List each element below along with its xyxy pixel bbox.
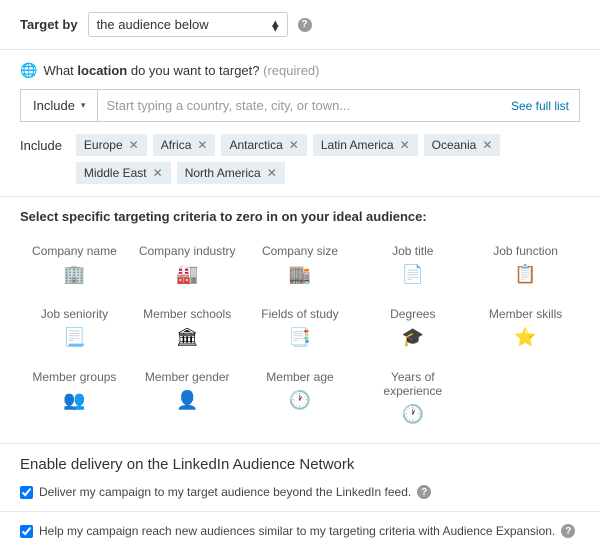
criteria-item[interactable]: Member schools 🏛 [133, 301, 242, 354]
criteria-item[interactable]: Company industry 🏭 [133, 238, 242, 291]
remove-tag-icon[interactable]: ✕ [197, 138, 207, 152]
remove-tag-icon[interactable]: ✕ [482, 138, 492, 152]
criteria-item[interactable]: Job title 📄 [358, 238, 467, 291]
tag-label: Africa [161, 138, 192, 152]
tag-label: North America [185, 166, 261, 180]
criteria-icon: 📑 [289, 327, 311, 347]
location-tag: Africa ✕ [153, 134, 216, 156]
delivery-beyond-checkbox-row[interactable]: Deliver my campaign to my target audienc… [20, 485, 580, 499]
remove-tag-icon[interactable]: ✕ [267, 166, 277, 180]
criteria-item[interactable]: Job function 📋 [471, 238, 580, 291]
location-tag: Oceania ✕ [424, 134, 501, 156]
location-tag: Antarctica ✕ [221, 134, 306, 156]
criteria-item[interactable]: Company name 🏢 [20, 238, 129, 291]
target-by-select[interactable]: the audience below ▴▾ [88, 12, 288, 37]
help-icon[interactable]: ? [561, 524, 575, 538]
include-label: Include [33, 98, 75, 113]
location-input[interactable] [98, 90, 501, 121]
criteria-label: Job seniority [22, 307, 127, 321]
criteria-label: Company industry [135, 244, 240, 258]
criteria-item[interactable]: Company size 🏬 [246, 238, 355, 291]
remove-tag-icon[interactable]: ✕ [289, 138, 299, 152]
tag-label: Latin America [321, 138, 394, 152]
criteria-label: Job title [360, 244, 465, 258]
criteria-icon: 🕐 [402, 404, 424, 424]
criteria-label: Company name [22, 244, 127, 258]
remove-tag-icon[interactable]: ✕ [400, 138, 410, 152]
location-tag: Latin America ✕ [313, 134, 418, 156]
remove-tag-icon[interactable]: ✕ [153, 166, 163, 180]
criteria-icon: 👥 [63, 390, 85, 410]
criteria-item[interactable]: Job seniority 📃 [20, 301, 129, 354]
criteria-label: Job function [473, 244, 578, 258]
audience-expansion-checkbox[interactable] [20, 525, 33, 538]
delivery-beyond-label: Deliver my campaign to my target audienc… [39, 485, 411, 499]
criteria-label: Fields of study [248, 307, 353, 321]
audience-expansion-label: Help my campaign reach new audiences sim… [39, 524, 555, 538]
tag-label: Antarctica [229, 138, 282, 152]
criteria-icon: 🏛 [176, 327, 199, 347]
location-tag: Europe ✕ [76, 134, 147, 156]
criteria-label: Years of experience [360, 370, 465, 398]
criteria-label: Member groups [22, 370, 127, 384]
audience-expansion-checkbox-row[interactable]: Help my campaign reach new audiences sim… [20, 524, 580, 538]
criteria-item[interactable]: Years of experience 🕐 [358, 364, 467, 431]
criteria-icon: 🏢 [63, 264, 85, 284]
target-by-value: the audience below [97, 17, 209, 32]
criteria-heading: Select specific targeting criteria to ze… [20, 209, 580, 224]
criteria-item[interactable]: Member age 🕐 [246, 364, 355, 431]
globe-icon: 🌐 [20, 62, 37, 79]
criteria-label: Member age [248, 370, 353, 384]
help-icon[interactable]: ? [417, 485, 431, 499]
criteria-label: Member schools [135, 307, 240, 321]
criteria-icon: ⭐ [514, 327, 536, 347]
remove-tag-icon[interactable]: ✕ [129, 138, 139, 152]
criteria-icon: 🎓 [402, 327, 424, 347]
location-tag: Middle East ✕ [76, 162, 171, 184]
criteria-icon: 📃 [63, 327, 85, 347]
criteria-icon: 📋 [514, 264, 536, 284]
criteria-icon: 🕐 [289, 390, 311, 410]
delivery-heading: Enable delivery on the LinkedIn Audience… [20, 456, 580, 473]
criteria-label: Company size [248, 244, 353, 258]
criteria-label: Member skills [473, 307, 578, 321]
criteria-label: Member gender [135, 370, 240, 384]
tag-label: Oceania [432, 138, 477, 152]
see-full-list-link[interactable]: See full list [501, 90, 579, 121]
chevron-updown-icon: ▴▾ [272, 20, 279, 30]
include-tags-label: Include [20, 134, 62, 153]
help-icon[interactable]: ? [298, 18, 312, 32]
criteria-icon: 🏭 [176, 264, 198, 284]
target-by-label: Target by [20, 17, 78, 32]
criteria-item[interactable]: Degrees 🎓 [358, 301, 467, 354]
criteria-item[interactable]: Member groups 👥 [20, 364, 129, 431]
criteria-item[interactable]: Member gender 👤 [133, 364, 242, 431]
criteria-label: Degrees [360, 307, 465, 321]
tag-label: Middle East [84, 166, 147, 180]
criteria-icon: 👤 [176, 390, 198, 410]
location-tag: North America ✕ [177, 162, 285, 184]
criteria-icon: 📄 [402, 264, 424, 284]
chevron-down-icon: ▾ [81, 100, 86, 111]
location-question: What location do you want to target? (re… [43, 63, 319, 78]
delivery-beyond-checkbox[interactable] [20, 486, 33, 499]
tag-label: Europe [84, 138, 123, 152]
criteria-icon: 🏬 [289, 264, 311, 284]
criteria-item[interactable]: Member skills ⭐ [471, 301, 580, 354]
criteria-item[interactable]: Fields of study 📑 [246, 301, 355, 354]
include-exclude-dropdown[interactable]: Include ▾ [21, 90, 98, 121]
